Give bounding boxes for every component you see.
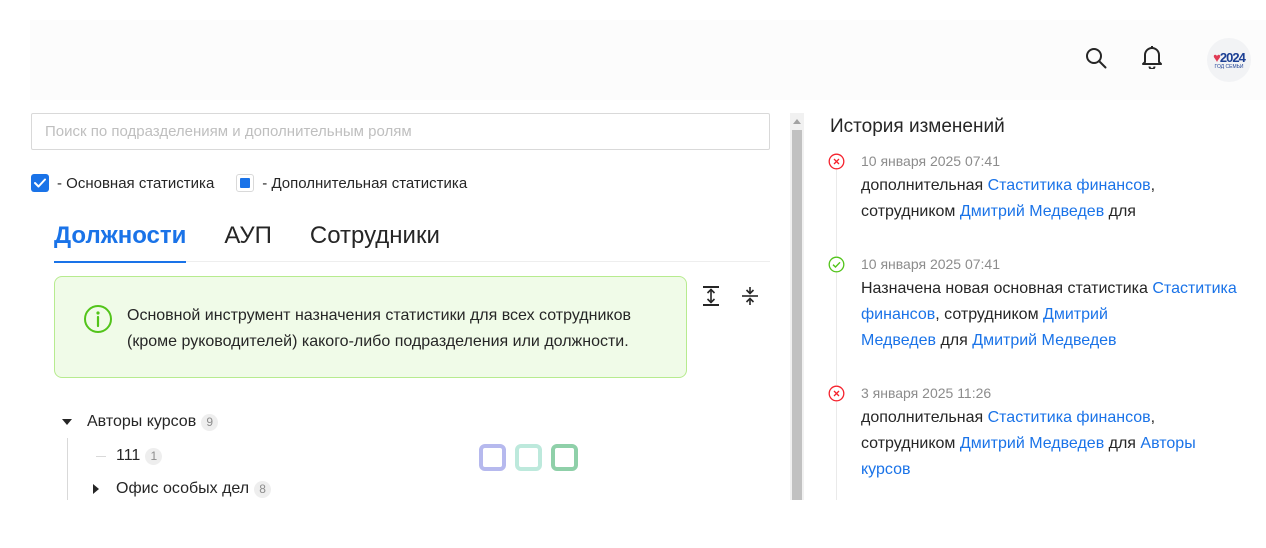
info-text: Основной инструмент назначения статистик… — [127, 303, 677, 355]
entry-text-part: сотрудником — [861, 203, 960, 220]
history-entry-date: 10 января 2025 07:41 — [861, 153, 1001, 169]
entry-text-part: сотрудником — [861, 435, 960, 452]
entry-text-part: дополнительная — [861, 177, 988, 194]
entry-text-part: , сотрудником — [935, 306, 1044, 323]
tree-node[interactable]: 111 1 — [116, 442, 163, 470]
scroll-up-icon[interactable] — [790, 113, 804, 129]
tree-node-count: 1 — [145, 447, 163, 465]
tree-node[interactable]: Авторы курсов 9 — [58, 408, 219, 436]
statistic-toggle-square[interactable] — [551, 444, 578, 471]
caret-right-icon[interactable] — [87, 480, 105, 498]
info-line: (кроме руководителей) какого-либо подраз… — [127, 333, 629, 350]
tab-employees[interactable]: Сотрудники — [310, 210, 440, 262]
entry-text-part: , — [1150, 409, 1156, 426]
tree-node-count: 9 — [201, 413, 219, 431]
history-title: История изменений — [830, 116, 1005, 137]
statistic-toggle-square[interactable] — [515, 444, 542, 471]
tree-guide-line — [67, 438, 68, 500]
scrollbar[interactable] — [790, 113, 804, 500]
employee-link[interactable]: Дмитрий Медведев — [960, 435, 1104, 452]
error-circle-icon — [828, 385, 845, 402]
scrollbar-thumb[interactable] — [792, 130, 802, 500]
tab-positions[interactable]: Должности — [54, 210, 187, 263]
expand-all-icon[interactable] — [699, 284, 723, 308]
history-timeline-line — [836, 170, 837, 500]
checkbox-indeterminate-mark — [240, 178, 251, 188]
entry-text-part: Назначена новая основная статистика — [861, 280, 1153, 297]
tree-branch-line — [96, 456, 106, 457]
entry-text-part: дополнительная — [861, 409, 988, 426]
entry-text-part: для — [936, 332, 973, 349]
employee-link[interactable]: Медведев — [861, 332, 936, 349]
collapse-all-icon[interactable] — [738, 284, 762, 308]
additional-statistics-label: - Дополнительная статистика — [262, 174, 468, 192]
caret-down-icon[interactable] — [58, 413, 76, 431]
additional-statistics-checkbox[interactable] — [236, 174, 255, 192]
history-entry-text: дополнительная Стаститика финансов, сотр… — [861, 173, 1256, 225]
info-icon — [84, 305, 112, 333]
statistic-toggle-square[interactable] — [479, 444, 506, 471]
history-entry-date: 3 января 2025 11:26 — [861, 385, 992, 401]
history-entry-text: дополнительная Стаститика финансов, сотр… — [861, 405, 1256, 483]
bell-icon[interactable] — [1140, 45, 1164, 69]
tree-node-label: 111 — [116, 447, 141, 464]
statistics-legend: - Основная статистика - Дополнительная с… — [31, 172, 467, 194]
avatar-subtitle: ГОД СЕМЬИ — [1214, 63, 1244, 70]
info-banner: Основной инструмент назначения статистик… — [54, 276, 687, 378]
top-bar — [30, 20, 1266, 100]
employee-link[interactable]: Дмитрий Медведев — [972, 332, 1116, 349]
tab-aup[interactable]: АУП — [224, 210, 271, 262]
employee-link[interactable]: Дмитрий Медведев — [960, 203, 1104, 220]
tabs: Должности АУП Сотрудники — [54, 210, 770, 263]
tree-node-label: Офис особых дел — [116, 480, 250, 497]
history-entry-date: 10 января 2025 07:41 — [861, 256, 1001, 272]
avatar[interactable]: ♥2024 ГОД СЕМЬИ — [1207, 38, 1251, 82]
error-circle-icon — [828, 153, 845, 170]
history-entry-text: Назначена новая основная статистика Стас… — [861, 276, 1256, 354]
info-line: Основной инструмент назначения статистик… — [127, 307, 631, 324]
statistic-link[interactable]: Стаститика финансов — [988, 409, 1151, 426]
heart-icon: ♥ — [1213, 49, 1221, 65]
search-input[interactable] — [31, 113, 770, 150]
entry-text-part: для — [1104, 435, 1141, 452]
statistic-link[interactable]: финансов — [861, 306, 935, 323]
department-link[interactable]: Авторы — [1140, 435, 1195, 452]
statistic-link[interactable]: Стаститика финансов — [988, 177, 1151, 194]
statistic-link[interactable]: Стаститика — [1152, 280, 1236, 297]
tree-node-count: 8 — [254, 480, 272, 498]
search-icon[interactable] — [1084, 46, 1108, 70]
tree-node[interactable]: Офис особых дел 8 — [87, 475, 272, 503]
success-circle-icon — [828, 256, 845, 273]
entry-text-part: , — [1150, 177, 1156, 194]
department-link[interactable]: курсов — [861, 461, 910, 478]
main-statistics-label: - Основная статистика — [57, 174, 215, 192]
entry-text-part: для — [1104, 203, 1136, 220]
main-statistics-checkbox[interactable] — [31, 174, 49, 192]
tree-node-label: Авторы курсов — [87, 413, 197, 430]
employee-link[interactable]: Дмитрий — [1043, 306, 1108, 323]
viewport-bottom — [0, 500, 1266, 548]
avatar-year: ♥2024 — [1213, 49, 1246, 65]
